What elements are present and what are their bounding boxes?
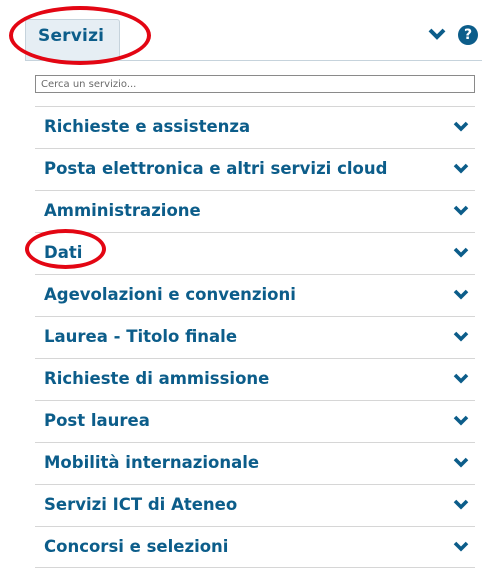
menu-item-label: Servizi ICT di Ateneo: [44, 495, 238, 514]
menu-item-post-laurea[interactable]: Post laurea: [35, 400, 475, 442]
chevron-down-icon[interactable]: [453, 499, 469, 511]
menu-item-label: Dati: [44, 243, 83, 262]
menu-item-label: Laurea - Titolo finale: [44, 327, 238, 346]
chevron-down-icon[interactable]: [453, 289, 469, 301]
services-menu: Richieste e assistenza Posta elettronica…: [35, 106, 475, 568]
tab-servizi-label: Servizi: [38, 26, 105, 46]
chevron-down-icon[interactable]: [453, 373, 469, 385]
menu-item-label: Posta elettronica e altri servizi cloud: [44, 159, 388, 178]
search-input[interactable]: [35, 75, 475, 93]
menu-item-agevolazioni[interactable]: Agevolazioni e convenzioni: [35, 274, 475, 316]
chevron-down-icon[interactable]: [453, 415, 469, 427]
menu-item-label: Richieste di ammissione: [44, 369, 270, 388]
chevron-down-icon[interactable]: [453, 331, 469, 343]
menu-item-richieste-assistenza[interactable]: Richieste e assistenza: [35, 106, 475, 148]
services-header: Servizi ?: [0, 0, 482, 61]
menu-item-label: Richieste e assistenza: [44, 117, 251, 136]
tab-divider: [25, 60, 482, 61]
menu-item-posta-elettronica[interactable]: Posta elettronica e altri servizi cloud: [35, 148, 475, 190]
menu-item-servizi-ict[interactable]: Servizi ICT di Ateneo: [35, 484, 475, 526]
chevron-down-icon[interactable]: [453, 121, 469, 133]
menu-item-amministrazione[interactable]: Amministrazione: [35, 190, 475, 232]
chevron-down-icon[interactable]: [453, 247, 469, 259]
menu-item-label: Amministrazione: [44, 201, 201, 220]
menu-item-label: Concorsi e selezioni: [44, 537, 229, 556]
menu-item-concorsi[interactable]: Concorsi e selezioni: [35, 526, 475, 568]
menu-item-richieste-ammissione[interactable]: Richieste di ammissione: [35, 358, 475, 400]
menu-item-label: Mobilità internazionale: [44, 453, 260, 472]
menu-item-laurea[interactable]: Laurea - Titolo finale: [35, 316, 475, 358]
chevron-down-icon[interactable]: [453, 541, 469, 553]
help-icon[interactable]: ?: [458, 25, 478, 45]
menu-item-mobilita[interactable]: Mobilità internazionale: [35, 442, 475, 484]
chevron-down-icon[interactable]: [428, 27, 446, 41]
menu-item-label: Agevolazioni e convenzioni: [44, 285, 296, 304]
chevron-down-icon[interactable]: [453, 205, 469, 217]
chevron-down-icon[interactable]: [453, 163, 469, 175]
menu-item-dati[interactable]: Dati: [35, 232, 475, 274]
menu-item-label: Post laurea: [44, 411, 150, 430]
chevron-down-icon[interactable]: [453, 457, 469, 469]
